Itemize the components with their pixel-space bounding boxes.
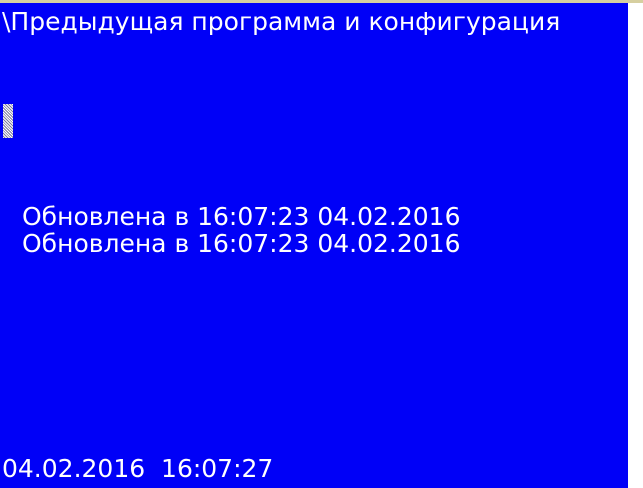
text-cursor <box>3 104 13 138</box>
screen-title: \Предыдущая программа и конфигурация <box>2 7 561 36</box>
footer-time: 16:07:27 <box>161 454 274 483</box>
status-line-configuration: Обновлена в 16:07:23 04.02.2016 <box>22 229 461 258</box>
footer-datetime: 04.02.2016 16:07:27 <box>2 454 273 484</box>
terminal-screen[interactable]: \Предыдущая программа и конфигурация Обн… <box>0 3 628 488</box>
status-line-program: Обновлена в 16:07:23 04.02.2016 <box>22 202 461 231</box>
footer-date: 04.02.2016 <box>2 454 146 483</box>
window-right-edge <box>628 3 643 488</box>
